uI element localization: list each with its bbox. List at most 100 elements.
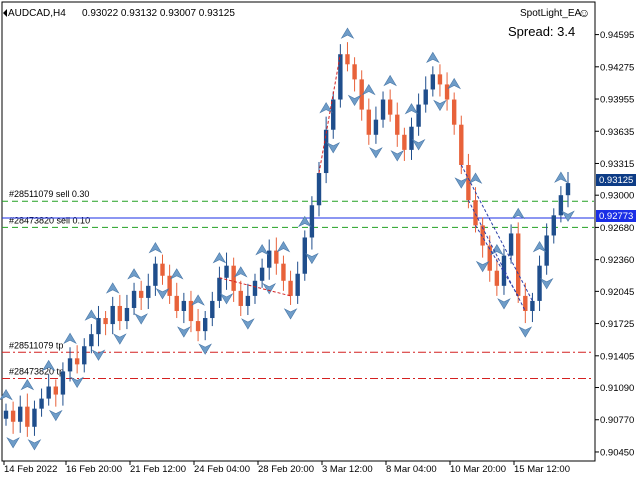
- time-tick-label: 10 Mar 20:00: [450, 464, 506, 475]
- candle-body: [202, 318, 208, 332]
- candle-body: [516, 233, 521, 296]
- candle-body: [338, 54, 343, 100]
- price-tick-label: 0.90770: [600, 415, 634, 426]
- order-line-label: #28511079 sell 0.30: [9, 189, 89, 199]
- expert-smiley-icon[interactable]: ☺: [578, 6, 590, 20]
- candle-body: [530, 300, 535, 311]
- line-price-tag: 0.92773: [596, 210, 636, 222]
- candle-body: [18, 406, 23, 422]
- candle-body: [103, 318, 108, 325]
- candle-body: [409, 126, 414, 150]
- candle-body: [295, 273, 300, 296]
- chart-window[interactable]: #28511079 sell 0.30 #28473820 sell 0.10 #2…: [0, 0, 640, 480]
- time-tick-label: 16 Feb 20:00: [66, 464, 122, 475]
- candle-body: [444, 84, 450, 100]
- candle-body: [537, 265, 542, 301]
- candle-body: [3, 410, 9, 419]
- candle-body: [32, 408, 37, 427]
- price-tick-label: 0.90450: [600, 447, 634, 458]
- candle-body: [160, 263, 165, 276]
- candle-body: [395, 114, 400, 135]
- candle-body: [437, 74, 443, 85]
- candle-body: [416, 104, 421, 127]
- price-tick-label: 0.93635: [600, 127, 634, 138]
- candle-body: [380, 99, 386, 120]
- candle-body: [565, 183, 571, 196]
- candle-body: [195, 321, 201, 332]
- svg-text:0.93125: 0.93125: [599, 175, 633, 186]
- candle-body: [25, 406, 30, 427]
- candle-body: [46, 386, 51, 399]
- candle-body: [238, 290, 243, 306]
- candle-body: [259, 267, 265, 281]
- bid-price-tag: 0.93125: [596, 174, 636, 186]
- candle-body: [387, 99, 393, 115]
- plot-area[interactable]: [1, 1, 596, 462]
- svg-text:0.92773: 0.92773: [599, 211, 633, 222]
- candle-body: [131, 290, 137, 308]
- candle-body: [508, 233, 514, 256]
- candle-body: [345, 54, 350, 65]
- candle-body: [217, 277, 222, 301]
- candle-body: [551, 215, 556, 236]
- price-tick-label: 0.93315: [600, 159, 634, 170]
- candle-body: [117, 305, 123, 322]
- candle-body: [53, 386, 58, 395]
- order-line-label: #28473820 tp: [9, 366, 64, 376]
- candle-body: [60, 371, 66, 395]
- candle-body: [224, 265, 229, 278]
- candle-body: [146, 285, 151, 298]
- candle-body: [373, 119, 379, 135]
- price-tick-label: 0.92680: [600, 223, 634, 234]
- time-tick-label: 28 Feb 20:00: [258, 464, 314, 475]
- candle-body: [288, 280, 293, 296]
- price-tick-label: 0.91090: [600, 383, 634, 394]
- candle-body: [274, 250, 279, 264]
- candle-body: [89, 334, 94, 347]
- candle-body: [110, 305, 115, 325]
- candle-body: [494, 270, 500, 286]
- price-tick-label: 0.93000: [600, 191, 634, 202]
- candle-body: [473, 200, 478, 226]
- candle-body: [281, 263, 286, 281]
- time-tick-label: 14 Feb 2022: [4, 464, 57, 475]
- candle-body: [96, 318, 101, 335]
- candle-body: [67, 358, 73, 372]
- order-line-label: #28473820 sell 0.10: [9, 215, 90, 225]
- candle-body: [366, 109, 372, 135]
- candle-body: [138, 290, 144, 298]
- candle-body: [316, 173, 322, 206]
- time-tick-label: 24 Feb 04:00: [194, 464, 250, 475]
- price-axis[interactable]: 0.94595 0.94275 0.93955 0.93635 0.93315 0.930…: [595, 30, 634, 458]
- spread-label: Spread: 3.4: [508, 24, 575, 39]
- candle-body: [302, 237, 307, 274]
- candle-body: [423, 89, 428, 105]
- candle-body: [309, 205, 315, 238]
- candle-body: [231, 265, 236, 291]
- candle-body: [402, 134, 407, 150]
- price-tick-label: 0.92045: [600, 287, 634, 298]
- time-tick-label: 3 Mar 12:00: [322, 464, 373, 475]
- candle-body: [74, 358, 80, 365]
- chart-canvas[interactable]: #28511079 sell 0.30 #28473820 sell 0.10 #2…: [0, 0, 640, 480]
- price-tick-label: 0.94275: [600, 62, 634, 73]
- candle-body: [252, 280, 258, 296]
- expert-name: SpotLight_EA: [520, 8, 581, 19]
- candle-body: [124, 307, 130, 322]
- time-axis[interactable]: 14 Feb 2022 16 Feb 20:00 21 Feb 12:00 24 Fe…: [3, 461, 570, 475]
- chart-symbol-timeframe: AUDCAD,H4: [8, 8, 66, 19]
- candle-body: [210, 300, 215, 319]
- time-tick-label: 15 Mar 12:00: [514, 464, 570, 475]
- candle-body: [352, 64, 357, 80]
- candle-body: [245, 295, 251, 306]
- time-tick-label: 21 Feb 12:00: [130, 464, 186, 475]
- price-tick-label: 0.91725: [600, 319, 634, 330]
- candle-body: [430, 74, 436, 90]
- candle-body: [82, 346, 87, 365]
- candle-body: [174, 295, 179, 311]
- candle-body: [153, 263, 158, 286]
- chart-ohlc: 0.93022 0.93132 0.93007 0.93125: [82, 8, 235, 19]
- price-tick-label: 0.94595: [600, 30, 634, 41]
- time-tick-label: 8 Mar 04:00: [386, 464, 437, 475]
- candle-body: [267, 250, 272, 268]
